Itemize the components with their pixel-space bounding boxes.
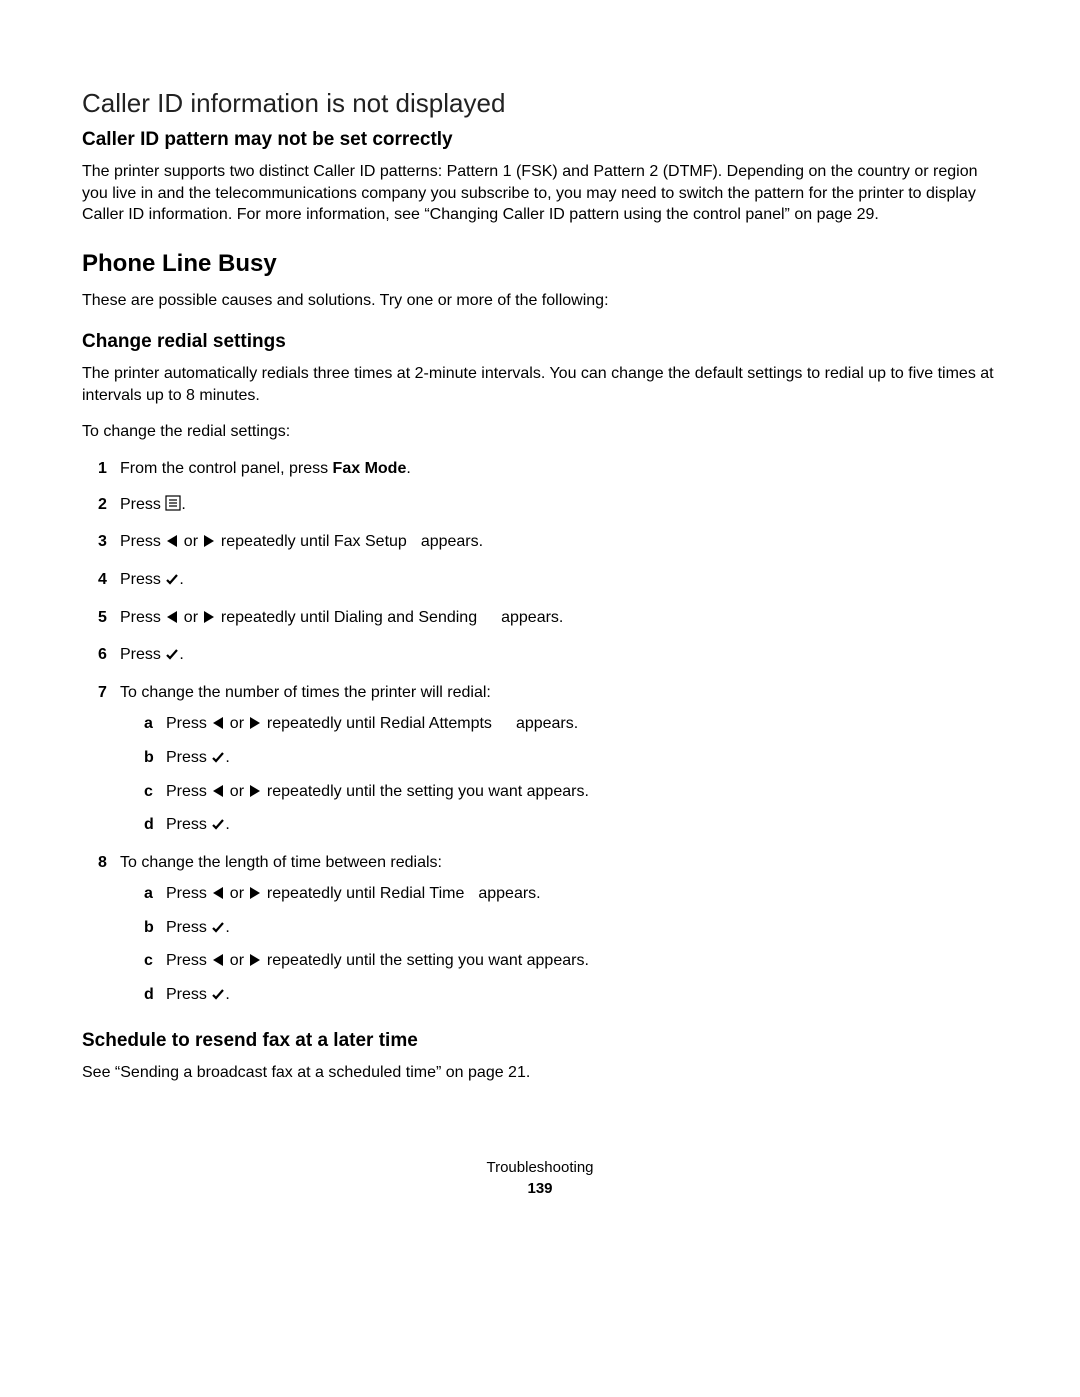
step-text: . bbox=[225, 919, 229, 936]
step-text: Press bbox=[120, 571, 165, 588]
paragraph-redial-desc: The printer automatically redials three … bbox=[82, 363, 998, 406]
check-icon bbox=[211, 814, 225, 840]
step-text: To change the number of times the printe… bbox=[120, 684, 491, 701]
paragraph-schedule: See “Sending a broadcast fax at a schedu… bbox=[82, 1062, 998, 1084]
right-arrow-icon bbox=[248, 781, 262, 807]
check-icon bbox=[165, 569, 179, 595]
heading-phone-line-busy: Phone Line Busy bbox=[82, 250, 998, 278]
step-text: or bbox=[179, 533, 202, 550]
left-arrow-icon bbox=[165, 607, 179, 633]
step-3: 3 Press or repeatedly until Fax Setupapp… bbox=[98, 529, 998, 557]
check-icon bbox=[211, 917, 225, 943]
step-text: repeatedly until the setting you want ap… bbox=[262, 952, 588, 969]
check-icon bbox=[211, 747, 225, 773]
step-1: 1 From the control panel, press Fax Mode… bbox=[98, 456, 998, 482]
step-text: . bbox=[225, 986, 229, 1003]
right-arrow-icon bbox=[202, 607, 216, 633]
paragraph-to-change: To change the redial settings: bbox=[82, 421, 998, 443]
step-7b: b Press . bbox=[144, 745, 998, 773]
subheading-caller-pattern: Caller ID pattern may not be set correct… bbox=[82, 129, 998, 151]
step-text: Press bbox=[166, 715, 211, 732]
substeps-7: a Press or repeatedly until Redial Attem… bbox=[120, 711, 998, 839]
step-7c: c Press or repeatedly until the setting … bbox=[144, 779, 998, 807]
right-arrow-icon bbox=[248, 883, 262, 909]
footer-section-label: Troubleshooting bbox=[0, 1159, 1080, 1176]
step-text: . bbox=[225, 816, 229, 833]
step-text: Press bbox=[120, 646, 165, 663]
step-text: . bbox=[179, 571, 183, 588]
step-7: 7 To change the number of times the prin… bbox=[98, 680, 998, 840]
step-text: Press bbox=[120, 496, 165, 513]
step-7d: d Press . bbox=[144, 812, 998, 840]
step-text: appears. bbox=[421, 533, 483, 550]
left-arrow-icon bbox=[211, 713, 225, 739]
step-text: . bbox=[406, 460, 410, 477]
step-text: Press bbox=[120, 609, 165, 626]
step-2: 2 Press . bbox=[98, 492, 998, 520]
step-text: or bbox=[225, 783, 248, 800]
step-text: appears. bbox=[501, 609, 563, 626]
step-text: or bbox=[225, 952, 248, 969]
check-icon bbox=[211, 984, 225, 1010]
step-text: repeatedly until Dialing and Sending bbox=[216, 609, 477, 626]
menu-icon bbox=[165, 494, 181, 520]
step-text: appears. bbox=[516, 715, 578, 732]
document-page: Caller ID information is not displayed C… bbox=[0, 0, 1080, 1083]
step-text: Press bbox=[166, 919, 211, 936]
step-text: or bbox=[225, 715, 248, 732]
step-8b: b Press . bbox=[144, 915, 998, 943]
step-text: repeatedly until the setting you want ap… bbox=[262, 783, 588, 800]
heading-caller-id: Caller ID information is not displayed bbox=[82, 88, 998, 119]
step-text: To change the length of time between red… bbox=[120, 854, 442, 871]
step-text: Press bbox=[166, 783, 211, 800]
step-text: From the control panel, press bbox=[120, 460, 333, 477]
step-text: repeatedly until Redial Time bbox=[262, 885, 464, 902]
step-text: Press bbox=[166, 986, 211, 1003]
step-6: 6 Press . bbox=[98, 642, 998, 670]
left-arrow-icon bbox=[211, 950, 225, 976]
step-text: Press bbox=[120, 533, 165, 550]
left-arrow-icon bbox=[165, 531, 179, 557]
step-4: 4 Press . bbox=[98, 567, 998, 595]
step-text: Press bbox=[166, 885, 211, 902]
left-arrow-icon bbox=[211, 883, 225, 909]
fax-mode-label: Fax Mode bbox=[333, 460, 407, 477]
step-8d: d Press . bbox=[144, 982, 998, 1010]
step-text: repeatedly until Fax Setup bbox=[216, 533, 406, 550]
page-footer: Troubleshooting 139 bbox=[0, 1159, 1080, 1197]
subheading-schedule: Schedule to resend fax at a later time bbox=[82, 1030, 998, 1052]
step-8a: a Press or repeatedly until Redial Timea… bbox=[144, 881, 998, 909]
left-arrow-icon bbox=[211, 781, 225, 807]
step-5: 5 Press or repeatedly until Dialing and … bbox=[98, 605, 998, 633]
step-text: . bbox=[225, 749, 229, 766]
step-8c: c Press or repeatedly until the setting … bbox=[144, 948, 998, 976]
substeps-8: a Press or repeatedly until Redial Timea… bbox=[120, 881, 998, 1009]
step-8: 8 To change the length of time between r… bbox=[98, 850, 998, 1010]
step-text: Press bbox=[166, 816, 211, 833]
paragraph-causes: These are possible causes and solutions.… bbox=[82, 290, 998, 312]
right-arrow-icon bbox=[202, 531, 216, 557]
step-7a: a Press or repeatedly until Redial Attem… bbox=[144, 711, 998, 739]
step-text: Press bbox=[166, 749, 211, 766]
step-text: or bbox=[179, 609, 202, 626]
paragraph-caller-pattern: The printer supports two distinct Caller… bbox=[82, 161, 998, 226]
step-text: appears. bbox=[478, 885, 540, 902]
step-text: . bbox=[181, 496, 185, 513]
step-text: repeatedly until Redial Attempts bbox=[262, 715, 491, 732]
right-arrow-icon bbox=[248, 713, 262, 739]
check-icon bbox=[165, 644, 179, 670]
ordered-steps: 1 From the control panel, press Fax Mode… bbox=[82, 456, 998, 1010]
step-text: Press bbox=[166, 952, 211, 969]
right-arrow-icon bbox=[248, 950, 262, 976]
subheading-change-redial: Change redial settings bbox=[82, 331, 998, 353]
step-text: or bbox=[225, 885, 248, 902]
page-number: 139 bbox=[0, 1180, 1080, 1197]
step-text: . bbox=[179, 646, 183, 663]
